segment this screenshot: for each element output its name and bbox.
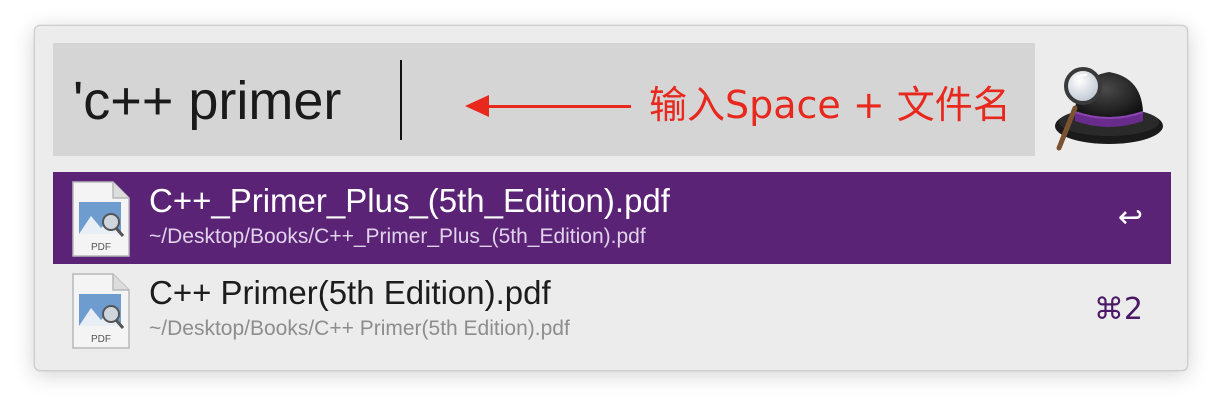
annotation-text: 输入Space + 文件名	[649, 83, 1011, 127]
pdf-label: PDF	[91, 242, 111, 253]
result-path: ~/Desktop/Books/C++_Primer_Plus_(5th_Edi…	[149, 225, 646, 248]
annotation-arrow-line	[483, 105, 631, 108]
alfred-hat-icon	[1047, 48, 1167, 158]
result-title: C++_Primer_Plus_(5th_Edition).pdf	[149, 182, 670, 219]
result-path: ~/Desktop/Books/C++ Primer(5th Edition).…	[149, 317, 570, 340]
result-row-1[interactable]: PDF C++_Primer_Plus_(5th_Edition).pdf ~/…	[53, 172, 1171, 264]
pdf-file-icon: PDF	[71, 180, 131, 258]
search-input[interactable]: 'c++ primer 输入Space + 文件名	[53, 43, 1035, 156]
pdf-file-icon: PDF	[71, 272, 131, 350]
launcher-window: 'c++ primer 输入Space + 文件名 PDF C++_Primer…	[34, 25, 1188, 371]
annotation-arrow-icon	[465, 95, 489, 117]
result-row-2[interactable]: PDF C++ Primer(5th Edition).pdf ~/Deskto…	[53, 264, 1171, 356]
return-key-icon: ↩	[1117, 200, 1143, 235]
text-cursor	[400, 60, 402, 140]
command-shortcut-label: ⌘2	[1093, 292, 1143, 327]
search-query[interactable]: 'c++ primer	[73, 61, 341, 141]
result-title: C++ Primer(5th Edition).pdf	[149, 274, 551, 311]
pdf-label: PDF	[91, 334, 111, 345]
